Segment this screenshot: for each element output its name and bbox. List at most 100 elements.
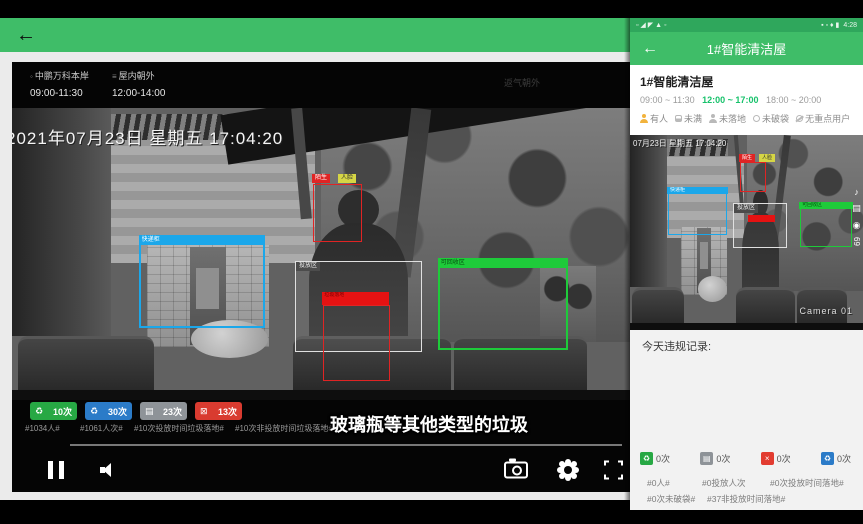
status-label: 未破袋: [762, 112, 789, 125]
recycle-icon: ♻: [640, 452, 653, 465]
status-label: 未满: [684, 112, 702, 125]
ground-drop-icon: [709, 114, 717, 123]
viewer-count: 69: [852, 237, 861, 246]
record-badge-green: ♻ 0次: [640, 452, 670, 465]
schedule-row: 09:00 ~ 11:30 12:00 ~ 17:00 18:00 ~ 20:0…: [640, 95, 863, 105]
detection-label-person-zone: 投放区: [296, 262, 320, 271]
quality-icon[interactable]: ▤: [852, 203, 861, 214]
record-tag: #0次投放时间落地#: [770, 477, 844, 489]
detection-label-locker: 快递柜: [667, 187, 728, 194]
badge-count: 30次: [108, 405, 127, 418]
recycle-icon: ♻: [90, 407, 98, 416]
faint-watermark-label: 返气朝外: [504, 76, 540, 89]
audio-icon[interactable]: ♪: [854, 187, 859, 197]
bin-icon: ▤: [145, 407, 154, 416]
record-badge-red: × 0次: [761, 452, 791, 465]
video-subtitle: 玻璃瓶等其他类型的垃圾: [330, 411, 528, 437]
face-tag-yellow: 人脸: [759, 154, 775, 162]
detection-box-face: 陌生 人脸: [313, 184, 362, 242]
scene-floor: [12, 390, 630, 400]
eye-icon: ◉: [853, 220, 861, 231]
record-count: 0次: [656, 452, 670, 465]
status-row: 有人 未满 未落地 未破袋 无重点用户: [640, 112, 863, 125]
status-label: 有人: [650, 112, 668, 125]
record-tag: #0投放人次: [702, 477, 745, 489]
record-tag: #0人#: [647, 477, 670, 489]
record-badge-gray: ▤ 0次: [700, 452, 730, 465]
violation-records-card: 今天违规记录: ♻ 0次 ▤ 0次 × 0次 ♻ 0次 #0人# #0投放人次 …: [630, 330, 863, 510]
badge-recyclable: ♻ 10次: [30, 402, 77, 420]
page-title: 1#智能清洁屋: [630, 39, 863, 58]
detection-box-violation: [323, 305, 390, 381]
stat-tag: #10次非投放时间垃圾落地#: [235, 423, 333, 434]
left-content-area: ◦中鹏万科本岸 09:00-11:30 ≡屋内朝外 12:00-14:00 返气…: [0, 52, 630, 500]
stat-tag: #1061人次#: [80, 423, 123, 434]
records-badges: ♻ 0次 ▤ 0次 × 0次 ♻ 0次: [640, 452, 851, 465]
detection-box-face: 陌生 人脸: [740, 162, 766, 192]
crossbox-icon: ⊠: [200, 407, 208, 416]
fill-level-icon: [675, 115, 682, 122]
fullscreen-button[interactable]: [604, 461, 623, 480]
stat-tag: #10次投放时间垃圾落地#: [134, 423, 224, 434]
view-label: 屋内朝外: [119, 71, 155, 81]
cross-icon: ×: [761, 452, 774, 465]
garbage-stat-badges: ♻ 10次 ♻ 30次 ▤ 23次 ⊠ 13次: [30, 402, 242, 420]
record-count: 0次: [837, 452, 851, 465]
time-slot: 18:00 ~ 20:00: [766, 95, 821, 105]
site-label: 中鹏万科本岸: [35, 71, 89, 81]
view-time: 12:00-14:00: [112, 88, 165, 99]
record-count: 0次: [777, 452, 791, 465]
badge-count: 13次: [218, 405, 237, 418]
video-progress-bar[interactable]: [70, 444, 622, 446]
status-label: 无重点用户: [805, 112, 850, 125]
pause-button[interactable]: [48, 461, 64, 479]
time-slot: 09:00 ~ 11:30: [640, 95, 695, 105]
back-arrow-icon[interactable]: ←: [642, 40, 658, 58]
view-prefix-icon: ≡: [112, 72, 117, 81]
detection-label-bins-zone: 可回收区: [799, 202, 853, 209]
snapshot-button[interactable]: [504, 462, 528, 479]
badge-kitchen: ▤ 23次: [140, 402, 187, 420]
station-info-card[interactable]: 1#智能清洁屋 09:00 ~ 11:30 12:00 ~ 17:00 18:0…: [630, 65, 863, 135]
face-tag-red: 陌生: [312, 174, 330, 183]
bag-icon: [753, 115, 760, 122]
badge-count: 10次: [53, 405, 72, 418]
scene-trash-bag: [698, 276, 727, 301]
statusbar-right-icons: ▪ ▫ ♦ ▮: [821, 21, 839, 29]
site-time: 09:00-11:30: [30, 88, 89, 99]
detection-box-bins-zone: 可回收区: [438, 258, 568, 350]
badge-count: 23次: [163, 405, 182, 418]
settings-gear-icon[interactable]: [560, 462, 576, 478]
detection-label-locker: 快递柜: [139, 235, 265, 245]
bin-icon: ▤: [700, 452, 713, 465]
live-camera-thumbnail[interactable]: 07月23日 星期五 17:04:20 快递柜 陌生 人脸 投放区 可回收区 ♪…: [630, 135, 863, 330]
time-slot-active: 12:00 ~ 17:00: [702, 95, 758, 105]
thumbnail-timestamp-overlay: 07月23日 星期五 17:04:20: [633, 138, 726, 149]
video-timestamp-overlay: 2021年07月23日 星期五 17:04:20: [12, 124, 283, 149]
recycle-icon: ♻: [35, 407, 43, 416]
scene-left-wall: [630, 135, 667, 287]
detection-label-person-zone: 投放区: [734, 204, 758, 213]
android-status-bar: ▫ ◢ ◤ ▲ ◦ ▪ ▫ ♦ ▮ 4:28: [630, 18, 863, 32]
detection-box-person-zone: 投放区: [733, 203, 787, 248]
statusbar-clock: 4:28: [843, 22, 857, 29]
back-arrow-icon[interactable]: ←: [16, 25, 36, 45]
record-badge-blue: ♻ 0次: [821, 452, 851, 465]
volume-icon[interactable]: [100, 463, 116, 477]
statusbar-left-icons: ▫ ◢ ◤ ▲ ◦: [636, 21, 666, 29]
badge-other: ♻ 30次: [85, 402, 132, 420]
thumbnail-side-toolbar: ♪ ▤ ◉ 69: [852, 187, 861, 246]
scene-floor: [630, 323, 863, 330]
main-video-scene[interactable]: 2021年07月23日 星期五 17:04:20 快递柜 陌生 人脸 投放区 垃…: [12, 108, 630, 400]
violation-label-bar: 垃圾落地: [322, 292, 389, 305]
view-schedule: ≡屋内朝外 12:00-14:00: [112, 69, 165, 99]
person-icon: [640, 114, 648, 123]
record-count: 0次: [716, 452, 730, 465]
video-header: ◦中鹏万科本岸 09:00-11:30 ≡屋内朝外 12:00-14:00 返气…: [12, 62, 630, 108]
detection-label-bins-zone: 可回收区: [438, 258, 568, 268]
face-tag-red: 陌生: [739, 154, 755, 162]
badge-harmful: ⊠ 13次: [195, 402, 242, 420]
record-tag: #0次未破袋#: [647, 493, 695, 505]
record-tag: #37非投放时间落地#: [707, 493, 785, 505]
detection-box-bins-zone: 可回收区: [800, 203, 852, 247]
